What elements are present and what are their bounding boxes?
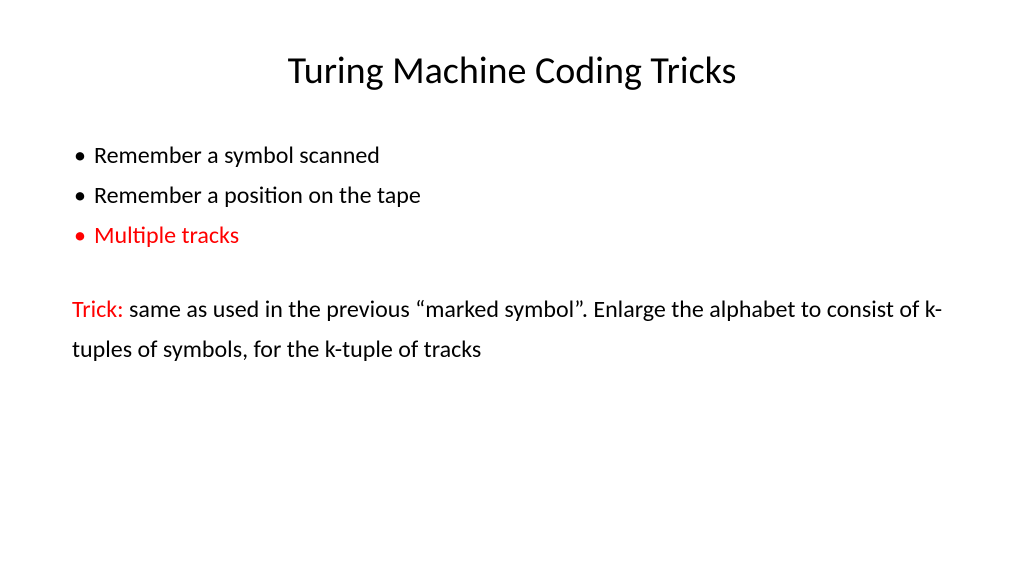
slide: Turing Machine Coding Tricks Remember a …	[0, 0, 1024, 576]
list-item: Remember a position on the tape	[72, 178, 952, 214]
bullet-list: Remember a symbol scanned Remember a pos…	[72, 138, 952, 254]
list-item: Remember a symbol scanned	[72, 138, 952, 174]
trick-text: same as used in the previous “marked sym…	[72, 295, 942, 364]
trick-label: Trick:	[72, 295, 124, 324]
trick-description: Trick: same as used in the previous “mar…	[72, 290, 952, 369]
slide-title: Turing Machine Coding Tricks	[72, 48, 952, 94]
list-item: Multiple tracks	[72, 218, 952, 254]
slide-content: Remember a symbol scanned Remember a pos…	[72, 138, 952, 369]
